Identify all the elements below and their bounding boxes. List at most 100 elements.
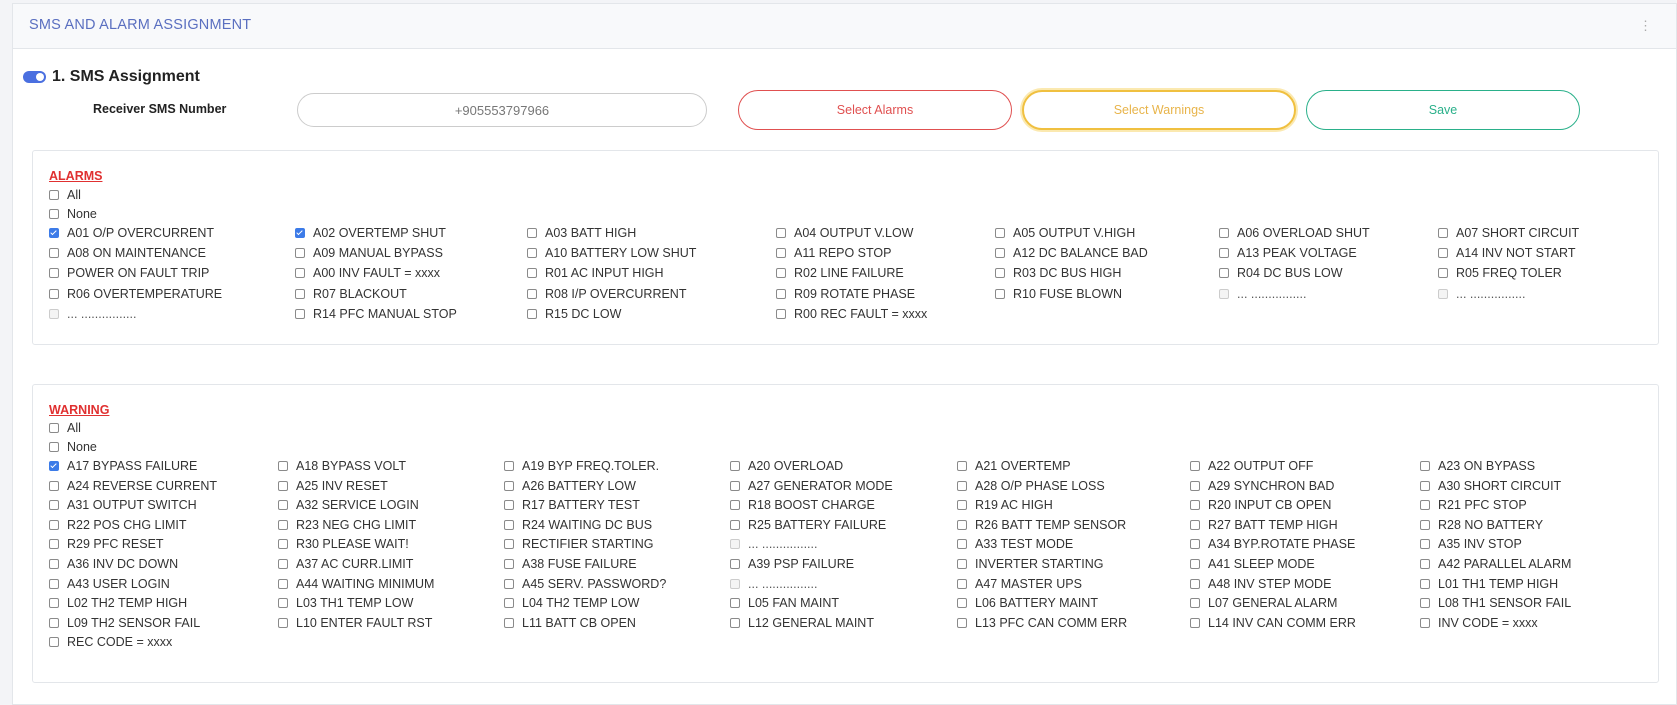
warnings-option-checkbox[interactable]: R29 PFC RESET	[49, 537, 164, 551]
checkbox-box[interactable]	[49, 617, 59, 628]
alarms-option-checkbox[interactable]: R15 DC LOW	[527, 307, 621, 321]
checkbox-box[interactable]	[49, 578, 59, 589]
checkbox-box[interactable]	[278, 461, 288, 471]
checkbox-box[interactable]	[49, 461, 59, 471]
warnings-option-checkbox[interactable]: A39 PSP FAILURE	[730, 557, 854, 571]
checkbox-box[interactable]	[776, 268, 786, 279]
checkbox-box[interactable]	[1438, 228, 1448, 238]
warnings-option-checkbox[interactable]: A26 BATTERY LOW	[504, 479, 636, 493]
checkbox-box[interactable]	[730, 519, 740, 530]
alarms-option-checkbox[interactable]: A03 BATT HIGH	[527, 226, 636, 240]
warnings-option-checkbox[interactable]: L05 FAN MAINT	[730, 596, 839, 610]
checkbox-box[interactable]	[49, 442, 59, 452]
warnings-option-checkbox[interactable]: A37 AC CURR.LIMIT	[278, 557, 413, 571]
checkbox-box[interactable]	[49, 559, 59, 569]
warnings-option-checkbox[interactable]: A24 REVERSE CURRENT	[49, 479, 217, 493]
warnings-option-checkbox[interactable]: A30 SHORT CIRCUIT	[1420, 479, 1561, 493]
checkbox-box[interactable]	[278, 539, 288, 550]
checkbox-box[interactable]	[49, 423, 59, 433]
warnings-option-checkbox[interactable]: A36 INV DC DOWN	[49, 557, 178, 571]
warnings-option-checkbox[interactable]: INV CODE = xxxx	[1420, 616, 1538, 630]
warnings-option-checkbox[interactable]: A33 TEST MODE	[957, 537, 1073, 551]
warnings-option-checkbox[interactable]: A27 GENERATOR MODE	[730, 479, 893, 493]
alarms-option-checkbox[interactable]: R03 DC BUS HIGH	[995, 266, 1121, 280]
checkbox-box[interactable]	[730, 617, 740, 628]
checkbox-box[interactable]	[295, 268, 305, 279]
alarms-option-checkbox[interactable]: POWER ON FAULT TRIP	[49, 266, 209, 280]
select-warnings-button[interactable]: Select Warnings	[1022, 90, 1296, 130]
checkbox-box[interactable]	[1190, 480, 1200, 491]
warnings-option-checkbox[interactable]: L02 TH2 TEMP HIGH	[49, 596, 187, 610]
warnings-option-checkbox[interactable]: L03 TH1 TEMP LOW	[278, 596, 413, 610]
checkbox-box[interactable]	[1219, 228, 1229, 238]
checkbox-box[interactable]	[776, 248, 786, 259]
warnings-option-checkbox[interactable]: A29 SYNCHRON BAD	[1190, 479, 1334, 493]
checkbox-box[interactable]	[49, 519, 59, 530]
warnings-all-checkbox[interactable]: All	[49, 421, 81, 435]
checkbox-box[interactable]	[1420, 617, 1430, 628]
checkbox-box[interactable]	[278, 598, 288, 609]
checkbox-box[interactable]	[295, 308, 305, 319]
checkbox-box[interactable]	[1190, 461, 1200, 471]
checkbox-box[interactable]	[1190, 559, 1200, 569]
warnings-option-checkbox[interactable]: R27 BATT TEMP HIGH	[1190, 518, 1338, 532]
alarms-option-checkbox[interactable]: A01 O/P OVERCURRENT	[49, 226, 214, 240]
checkbox-box[interactable]	[49, 228, 59, 238]
warnings-option-checkbox[interactable]: A25 INV RESET	[278, 479, 388, 493]
warnings-option-checkbox[interactable]: A48 INV STEP MODE	[1190, 577, 1331, 591]
alarms-option-checkbox[interactable]: A08 ON MAINTENANCE	[49, 246, 206, 260]
warnings-option-checkbox[interactable]: R18 BOOST CHARGE	[730, 498, 875, 512]
checkbox-box[interactable]	[957, 500, 967, 511]
alarms-option-checkbox[interactable]: A00 INV FAULT = xxxx	[295, 266, 440, 280]
checkbox-box[interactable]	[1420, 598, 1430, 609]
checkbox-box[interactable]	[504, 461, 514, 471]
alarms-option-checkbox[interactable]: A13 PEAK VOLTAGE	[1219, 246, 1357, 260]
warnings-option-checkbox[interactable]: R20 INPUT CB OPEN	[1190, 498, 1331, 512]
checkbox-box[interactable]	[995, 228, 1005, 238]
warnings-option-checkbox[interactable]: A42 PARALLEL ALARM	[1420, 557, 1571, 571]
checkbox-box[interactable]	[1420, 539, 1430, 550]
checkbox-box[interactable]	[278, 559, 288, 569]
checkbox-box[interactable]	[49, 598, 59, 609]
warnings-option-checkbox[interactable]: A35 INV STOP	[1420, 537, 1522, 551]
checkbox-box[interactable]	[957, 617, 967, 628]
checkbox-box[interactable]	[1420, 500, 1430, 511]
alarms-all-checkbox[interactable]: All	[49, 188, 81, 202]
checkbox-box[interactable]	[49, 637, 59, 648]
warnings-option-checkbox[interactable]: A23 ON BYPASS	[1420, 459, 1535, 473]
checkbox-box[interactable]	[527, 248, 537, 259]
checkbox-box[interactable]	[295, 288, 305, 299]
checkbox-box[interactable]	[527, 308, 537, 319]
checkbox-box[interactable]	[776, 228, 786, 238]
checkbox-box[interactable]	[504, 578, 514, 589]
alarms-none-checkbox[interactable]: None	[49, 207, 97, 221]
save-button[interactable]: Save	[1306, 90, 1580, 130]
checkbox-box[interactable]	[957, 559, 967, 569]
warnings-option-checkbox[interactable]: A34 BYP.ROTATE PHASE	[1190, 537, 1355, 551]
checkbox-box[interactable]	[1190, 617, 1200, 628]
alarms-option-checkbox[interactable]: R00 REC FAULT = xxxx	[776, 307, 927, 321]
warnings-option-checkbox[interactable]: A20 OVERLOAD	[730, 459, 843, 473]
alarms-option-checkbox[interactable]: R07 BLACKOUT	[295, 287, 407, 301]
checkbox-box[interactable]	[49, 209, 59, 219]
receiver-sms-input[interactable]	[297, 93, 707, 127]
warnings-option-checkbox[interactable]: L09 TH2 SENSOR FAIL	[49, 616, 200, 630]
checkbox-box[interactable]	[295, 248, 305, 259]
checkbox-box[interactable]	[278, 480, 288, 491]
warnings-option-checkbox[interactable]: R25 BATTERY FAILURE	[730, 518, 886, 532]
checkbox-box[interactable]	[1420, 519, 1430, 530]
warnings-option-checkbox[interactable]: R24 WAITING DC BUS	[504, 518, 652, 532]
alarms-option-checkbox[interactable]: A09 MANUAL BYPASS	[295, 246, 443, 260]
checkbox-box[interactable]	[1420, 480, 1430, 491]
checkbox-box[interactable]	[730, 500, 740, 511]
alarms-option-checkbox[interactable]: R14 PFC MANUAL STOP	[295, 307, 457, 321]
checkbox-box[interactable]	[504, 617, 514, 628]
checkbox-box[interactable]	[1190, 500, 1200, 511]
warnings-option-checkbox[interactable]: INVERTER STARTING	[957, 557, 1104, 571]
warnings-option-checkbox[interactable]: R28 NO BATTERY	[1420, 518, 1543, 532]
alarms-option-checkbox[interactable]: A10 BATTERY LOW SHUT	[527, 246, 696, 260]
checkbox-box[interactable]	[1219, 268, 1229, 279]
alarms-option-checkbox[interactable]: A06 OVERLOAD SHUT	[1219, 226, 1370, 240]
checkbox-box[interactable]	[1219, 248, 1229, 259]
checkbox-box[interactable]	[957, 598, 967, 609]
